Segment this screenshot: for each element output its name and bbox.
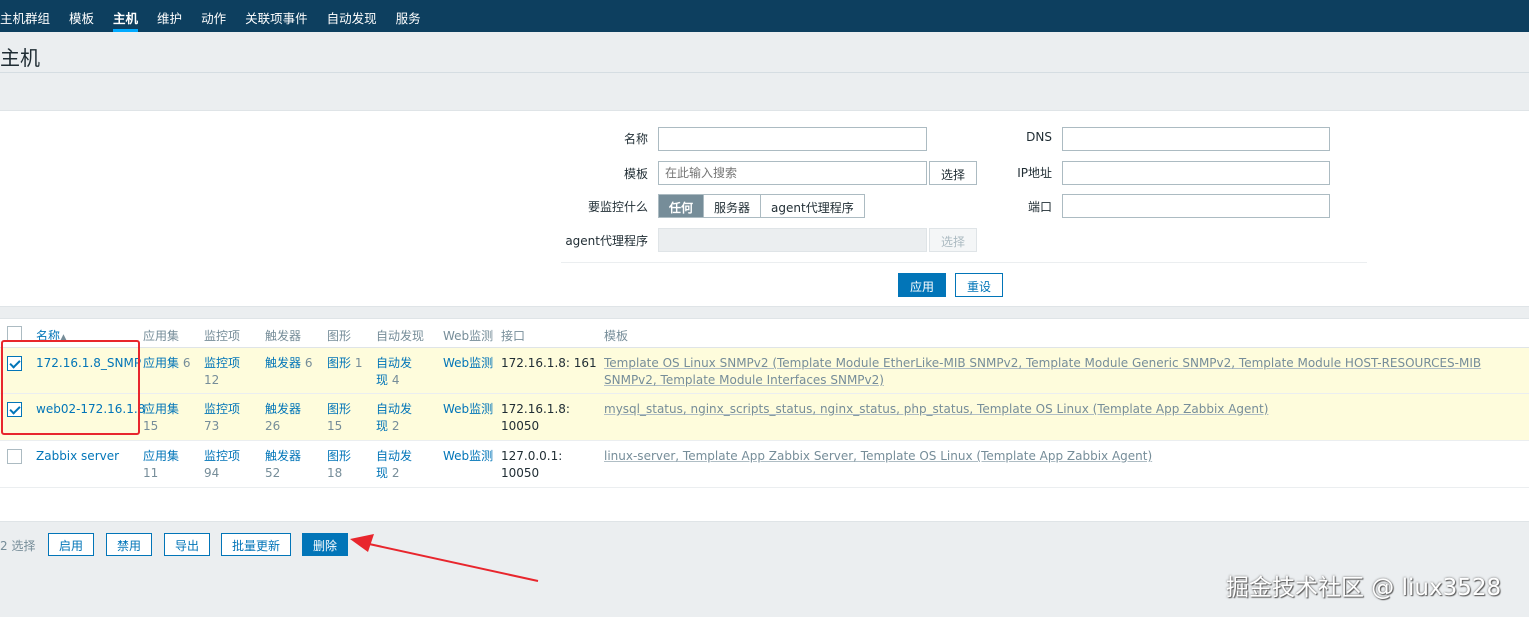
graphs-link[interactable]: 图形 — [327, 356, 351, 370]
apps-link[interactable]: 应用集 — [143, 449, 179, 463]
items-link[interactable]: 监控项 — [204, 356, 240, 370]
interface-cell: 172.16.1.8: 10050 — [501, 402, 570, 433]
reset-filter-button[interactable]: 重设 — [955, 273, 1004, 297]
monitored-by-any[interactable]: 任何 — [659, 195, 705, 217]
filter-template-input[interactable] — [658, 161, 927, 185]
watermark: 掘金技术社区 @ liux3528 — [1226, 575, 1502, 601]
page-title: 主机 — [0, 46, 40, 70]
filter-port-label: 端口 — [1027, 200, 1052, 214]
nav-maintenance[interactable]: 维护 — [157, 0, 182, 32]
host-name-link[interactable]: 172.16.1.8_SNMP — [36, 355, 141, 372]
triggers-link[interactable]: 触发器 — [265, 402, 301, 416]
column-templates-header: 模板 — [604, 329, 629, 343]
discovery-cell: 自动发现 4 — [376, 356, 413, 387]
filter-proxy-input — [658, 228, 927, 252]
column-apps-header: 应用集 — [143, 329, 180, 343]
filter-template-label: 模板 — [623, 167, 648, 181]
nav-templates[interactable]: 模板 — [69, 0, 94, 32]
monitored-by-proxy[interactable]: agent代理程序 — [761, 195, 864, 217]
graphs-cell: 图形 15 — [327, 402, 352, 433]
items-link[interactable]: 监控项 — [204, 449, 240, 463]
filter-name-input[interactable] — [658, 127, 927, 151]
graphs-cell: 图形 1 — [327, 356, 363, 370]
monitored-by-server[interactable]: 服务器 — [704, 195, 762, 217]
disable-button[interactable]: 禁用 — [106, 533, 153, 556]
nav-services[interactable]: 服务 — [396, 0, 421, 32]
selected-count: 2 选择 — [0, 539, 36, 553]
column-items-header: 监控项 — [204, 329, 241, 343]
column-triggers-header: 触发器 — [265, 329, 302, 343]
table-row: Zabbix server 应用集 11 监控项 94 触发器 52 图形 18… — [0, 441, 1529, 488]
web-link[interactable]: Web监测 — [443, 448, 493, 465]
top-navigation: 主机群组 模板 主机 维护 动作 关联项事件 自动发现 服务 — [0, 0, 1529, 32]
graphs-link[interactable]: 图形 — [327, 402, 351, 416]
monitored-by-toggle: 任何 服务器 agent代理程序 — [658, 194, 865, 218]
apps-link[interactable]: 应用集 — [143, 402, 179, 416]
items-cell: 监控项 94 — [204, 449, 241, 480]
templates-cell: linux-server, Template App Zabbix Server… — [604, 449, 1153, 463]
nav-hosts[interactable]: 主机 — [113, 0, 139, 32]
graphs-link[interactable]: 图形 — [327, 449, 351, 463]
title-divider — [0, 72, 1529, 73]
filter-port-input[interactable] — [1062, 194, 1330, 218]
mass-update-button[interactable]: 批量更新 — [221, 533, 292, 556]
items-cell: 监控项 73 — [204, 402, 241, 433]
nav-event-correlation[interactable]: 关联项事件 — [245, 0, 308, 32]
table-row: 172.16.1.8_SNMP 应用集 6 监控项 12 触发器 6 图形 1 … — [0, 348, 1529, 394]
nav-discovery[interactable]: 自动发现 — [327, 0, 377, 32]
apps-link[interactable]: 应用集 — [143, 356, 179, 370]
filter-dns-input[interactable] — [1062, 127, 1330, 151]
apps-cell: 应用集 15 — [143, 402, 180, 433]
interface-cell: 127.0.0.1: 10050 — [501, 449, 563, 480]
table-row: web02-172.16.1.8 应用集 15 监控项 73 触发器 26 图形… — [0, 394, 1529, 441]
host-name-link[interactable]: Zabbix server — [36, 448, 119, 465]
column-web-header: Web监测 — [443, 329, 494, 343]
column-name-header[interactable]: 名称▲ — [36, 327, 67, 344]
triggers-link[interactable]: 触发器 — [265, 356, 301, 370]
select-all-checkbox[interactable] — [7, 326, 22, 341]
column-discovery-header: 自动发现 — [376, 329, 425, 343]
host-name-link[interactable]: web02-172.16.1.8 — [36, 401, 145, 418]
web-link[interactable]: Web监测 — [443, 401, 493, 418]
graphs-cell: 图形 18 — [327, 449, 352, 480]
triggers-cell: 触发器 52 — [265, 449, 302, 480]
filter-name-label: 名称 — [623, 132, 648, 146]
filter-divider — [561, 262, 1367, 263]
apps-cell: 应用集 6 — [143, 356, 191, 370]
row-checkbox[interactable] — [7, 449, 22, 464]
enable-button[interactable]: 启用 — [48, 533, 95, 556]
apply-filter-button[interactable]: 应用 — [898, 273, 947, 297]
apps-cell: 应用集 11 — [143, 449, 180, 480]
nav-actions[interactable]: 动作 — [201, 0, 226, 32]
triggers-cell: 触发器 26 — [265, 402, 302, 433]
filter-monitored-by-label: 要监控什么 — [587, 200, 648, 214]
templates-cell: Template OS Linux SNMPv2 (Template Modul… — [604, 356, 1482, 387]
items-link[interactable]: 监控项 — [204, 402, 240, 416]
filter-dns-label: DNS — [1026, 130, 1052, 144]
templates-cell: mysql_status, nginx_scripts_status, ngin… — [604, 402, 1269, 416]
annotation-arrow-icon — [350, 534, 539, 582]
column-graphs-header: 图形 — [327, 329, 352, 343]
row-checkbox[interactable] — [7, 356, 22, 371]
items-cell: 监控项 12 — [204, 356, 241, 387]
template-select-button[interactable]: 选择 — [929, 161, 977, 185]
filter-ip-input[interactable] — [1062, 161, 1330, 185]
export-button[interactable]: 导出 — [164, 533, 211, 556]
filter-ip-label: IP地址 — [1017, 166, 1052, 180]
discovery-cell: 自动发现 2 — [376, 449, 413, 480]
web-link[interactable]: Web监测 — [443, 355, 493, 372]
nav-host-groups[interactable]: 主机群组 — [0, 0, 50, 32]
interface-cell: 172.16.1.8: 161 — [501, 356, 597, 370]
hosts-table: 名称▲ 应用集 监控项 触发器 图形 自动发现 Web监测 接口 模板 172.… — [0, 318, 1529, 522]
discovery-cell: 自动发现 2 — [376, 402, 413, 433]
triggers-cell: 触发器 6 — [265, 356, 313, 370]
row-checkbox[interactable] — [7, 402, 22, 417]
triggers-link[interactable]: 触发器 — [265, 449, 301, 463]
filter-proxy-label: agent代理程序 — [565, 234, 648, 248]
column-interface-header: 接口 — [501, 329, 526, 343]
proxy-select-button: 选择 — [929, 228, 977, 252]
